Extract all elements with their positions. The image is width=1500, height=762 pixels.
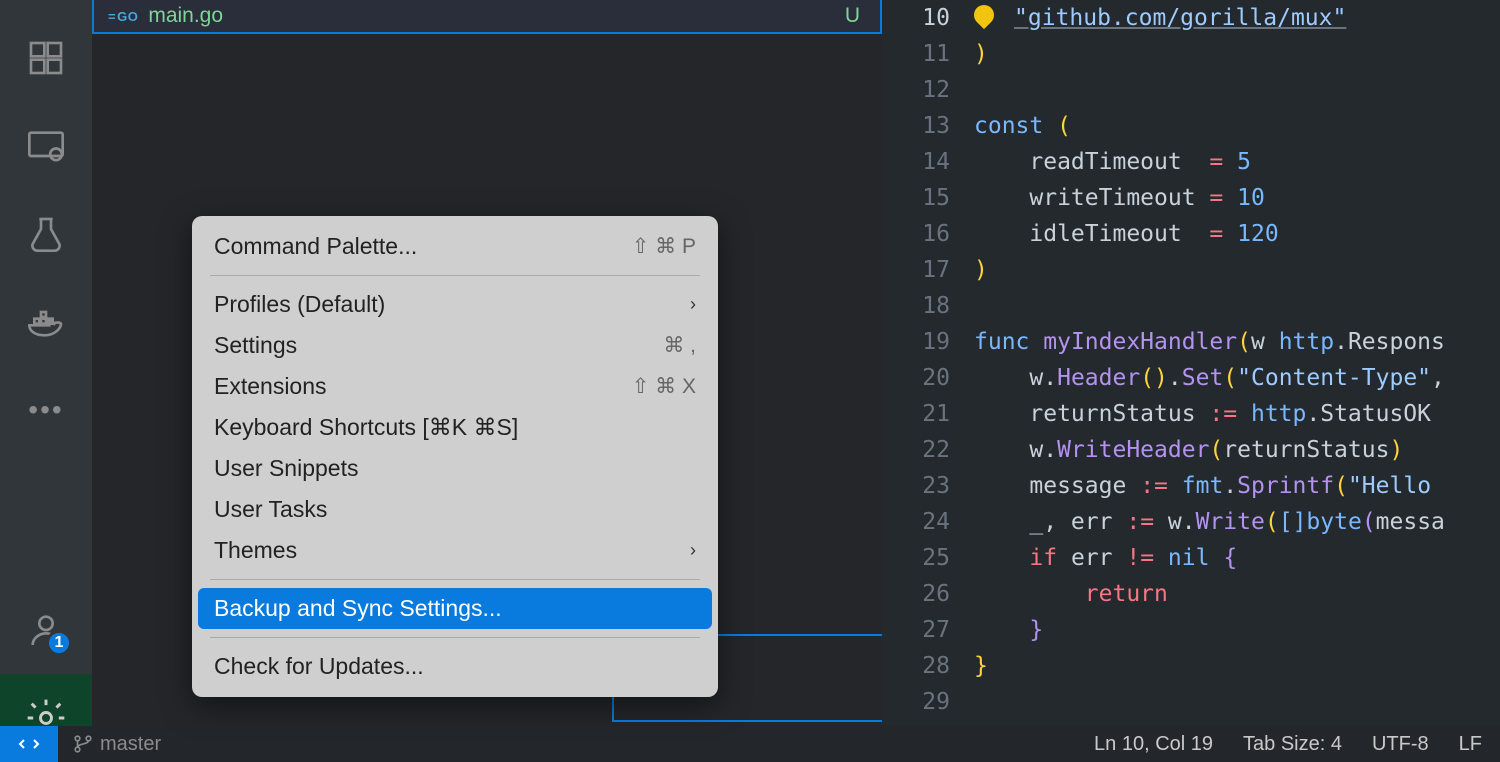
menu-item[interactable]: Profiles (Default) ›: [192, 284, 718, 325]
menu-item-label: Command Palette...: [214, 233, 417, 260]
line-number: 29: [882, 684, 974, 720]
menu-separator: [210, 579, 700, 580]
testing-icon[interactable]: [22, 210, 70, 258]
menu-item[interactable]: Keyboard Shortcuts [⌘K ⌘S]: [192, 407, 718, 448]
chevron-right-icon: ›: [690, 294, 696, 315]
menu-item-label: Extensions: [214, 373, 327, 400]
menu-item[interactable]: User Tasks: [192, 489, 718, 530]
line-number: 21: [882, 396, 974, 432]
menu-item-label: Check for Updates...: [214, 653, 424, 680]
menu-item-label: Themes: [214, 537, 297, 564]
file-row[interactable]: GO main.go U: [92, 0, 882, 34]
account-icon[interactable]: 1: [22, 606, 70, 654]
line-number: 14: [882, 144, 974, 180]
code-line: func myIndexHandler(w http.Respons: [974, 324, 1500, 360]
line-number: 28: [882, 648, 974, 684]
code-line: idleTimeout = 120: [974, 216, 1500, 252]
menu-item-label: Keyboard Shortcuts [⌘K ⌘S]: [214, 414, 518, 441]
line-number: 19: [882, 324, 974, 360]
git-branch[interactable]: master: [58, 733, 175, 756]
code-line: [974, 72, 1500, 108]
line-number: 24: [882, 504, 974, 540]
code-line: [974, 288, 1500, 324]
code-content: "github.com/gorilla/mux") const ( readTim…: [974, 0, 1500, 720]
menu-item-label: User Tasks: [214, 496, 327, 523]
status-bar: master Ln 10, Col 19 Tab Size: 4 UTF-8 L…: [0, 726, 1500, 762]
remote-indicator[interactable]: [0, 726, 58, 762]
line-number: 13: [882, 108, 974, 144]
menu-item-shortcut: ⇧ ⌘ P: [632, 234, 696, 259]
line-number: 23: [882, 468, 974, 504]
code-line: }: [974, 648, 1500, 684]
code-line: "github.com/gorilla/mux": [974, 0, 1500, 36]
chevron-right-icon: ›: [690, 540, 696, 561]
remote-explorer-icon[interactable]: [22, 122, 70, 170]
line-number: 17: [882, 252, 974, 288]
settings-context-menu: Command Palette... ⇧ ⌘ P Profiles (Default…: [192, 216, 718, 697]
code-line: _, err := w.Write([]byte(messa: [974, 504, 1500, 540]
menu-item-label: Settings: [214, 332, 297, 359]
code-line: message := fmt.Sprintf("Hello: [974, 468, 1500, 504]
line-number: 22: [882, 432, 974, 468]
line-number-gutter: 1011121314151617181920212223242526272829: [882, 0, 974, 720]
code-line: [974, 684, 1500, 720]
menu-item-label: Backup and Sync Settings...: [214, 595, 502, 622]
account-badge: 1: [46, 630, 72, 656]
line-number: 10: [882, 0, 974, 36]
code-line: w.Header().Set("Content-Type",: [974, 360, 1500, 396]
line-number: 12: [882, 72, 974, 108]
menu-separator: [210, 275, 700, 276]
menu-item[interactable]: Backup and Sync Settings...: [198, 588, 712, 629]
menu-item[interactable]: Themes ›: [192, 530, 718, 571]
menu-item-label: User Snippets: [214, 455, 358, 482]
code-line: w.WriteHeader(returnStatus): [974, 432, 1500, 468]
line-number: 27: [882, 612, 974, 648]
tab-size[interactable]: Tab Size: 4: [1243, 733, 1342, 756]
code-line: const (: [974, 108, 1500, 144]
line-number: 16: [882, 216, 974, 252]
menu-item-label: Profiles (Default): [214, 291, 385, 318]
activity-bar: ••• 1: [0, 0, 92, 762]
code-line: writeTimeout = 10: [974, 180, 1500, 216]
eol[interactable]: LF: [1459, 733, 1482, 756]
more-icon[interactable]: •••: [22, 386, 70, 434]
line-number: 15: [882, 180, 974, 216]
docker-icon[interactable]: [22, 298, 70, 346]
line-number: 11: [882, 36, 974, 72]
extensions-icon[interactable]: [22, 34, 70, 82]
code-line: }: [974, 612, 1500, 648]
code-line: return: [974, 576, 1500, 612]
line-number: 25: [882, 540, 974, 576]
menu-item[interactable]: Settings ⌘ ,: [192, 325, 718, 366]
line-number: 20: [882, 360, 974, 396]
cursor-position[interactable]: Ln 10, Col 19: [1094, 733, 1213, 756]
code-line: returnStatus := http.StatusOK: [974, 396, 1500, 432]
menu-separator: [210, 637, 700, 638]
go-file-icon: GO: [108, 9, 138, 24]
file-name: main.go: [148, 4, 223, 28]
code-line: ): [974, 252, 1500, 288]
menu-item-shortcut: ⌘ ,: [663, 333, 696, 358]
menu-item[interactable]: Command Palette... ⇧ ⌘ P: [192, 226, 718, 267]
menu-item[interactable]: Extensions ⇧ ⌘ X: [192, 366, 718, 407]
git-status: U: [845, 4, 860, 28]
branch-name: master: [100, 733, 161, 756]
code-line: if err != nil {: [974, 540, 1500, 576]
side-panel: GO main.go U Command Palette... ⇧ ⌘ P Prof…: [92, 0, 882, 762]
code-line: ): [974, 36, 1500, 72]
line-number: 18: [882, 288, 974, 324]
menu-item[interactable]: Check for Updates...: [192, 646, 718, 687]
menu-item[interactable]: User Snippets: [192, 448, 718, 489]
menu-item-shortcut: ⇧ ⌘ X: [632, 374, 696, 399]
encoding[interactable]: UTF-8: [1372, 733, 1429, 756]
code-editor[interactable]: 1011121314151617181920212223242526272829…: [882, 0, 1500, 762]
line-number: 26: [882, 576, 974, 612]
code-line: readTimeout = 5: [974, 144, 1500, 180]
